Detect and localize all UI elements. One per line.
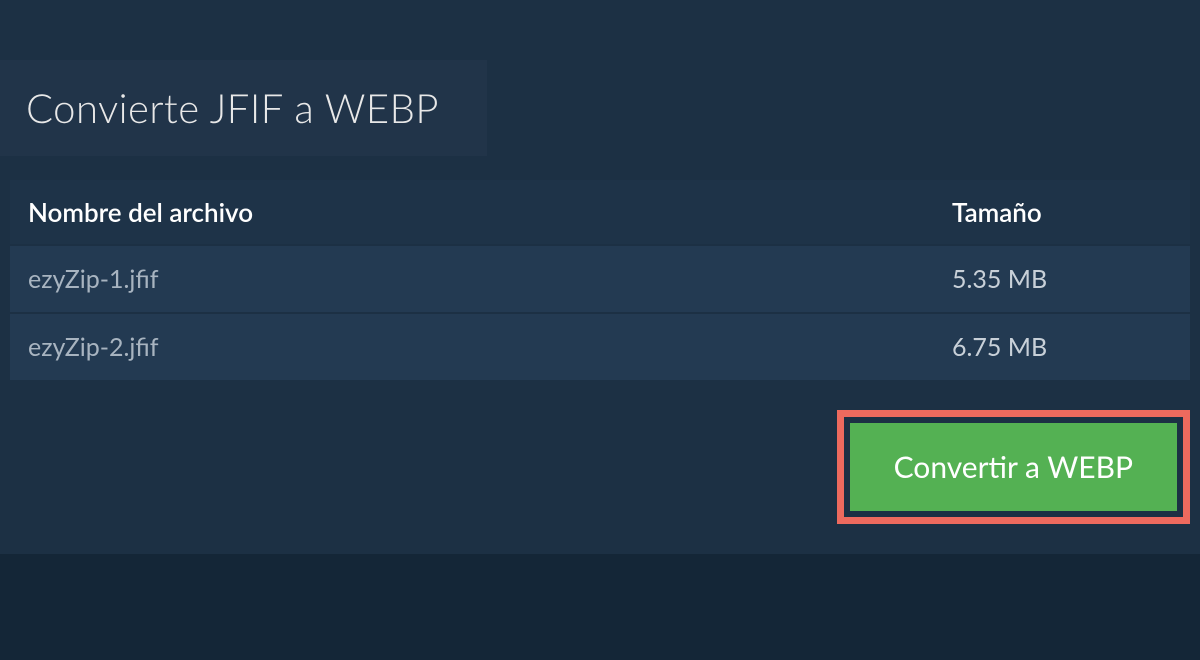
convert-button[interactable]: Convertir a WEBP: [850, 423, 1177, 511]
actions-bar: Convertir a WEBP: [10, 410, 1190, 524]
column-header-size: Tamaño: [952, 196, 1172, 228]
convert-button-highlight: Convertir a WEBP: [837, 410, 1190, 524]
active-tab[interactable]: Convierte JFIF a WEBP: [0, 60, 487, 156]
cell-size: 5.35 MB: [952, 264, 1172, 294]
converter-panel: Convierte JFIF a WEBP Nombre del archivo…: [0, 0, 1200, 554]
table-row: ezyZip-1.jfif 5.35 MB: [10, 246, 1190, 312]
cell-size: 6.75 MB: [952, 332, 1172, 362]
table-header-row: Nombre del archivo Tamaño: [10, 180, 1190, 244]
table-row: ezyZip-2.jfif 6.75 MB: [10, 314, 1190, 380]
tab-title: Convierte JFIF a WEBP: [26, 84, 439, 132]
file-table: Nombre del archivo Tamaño ezyZip-1.jfif …: [10, 180, 1190, 380]
cell-filename: ezyZip-2.jfif: [28, 332, 952, 362]
cell-filename: ezyZip-1.jfif: [28, 264, 952, 294]
column-header-filename: Nombre del archivo: [28, 196, 952, 228]
